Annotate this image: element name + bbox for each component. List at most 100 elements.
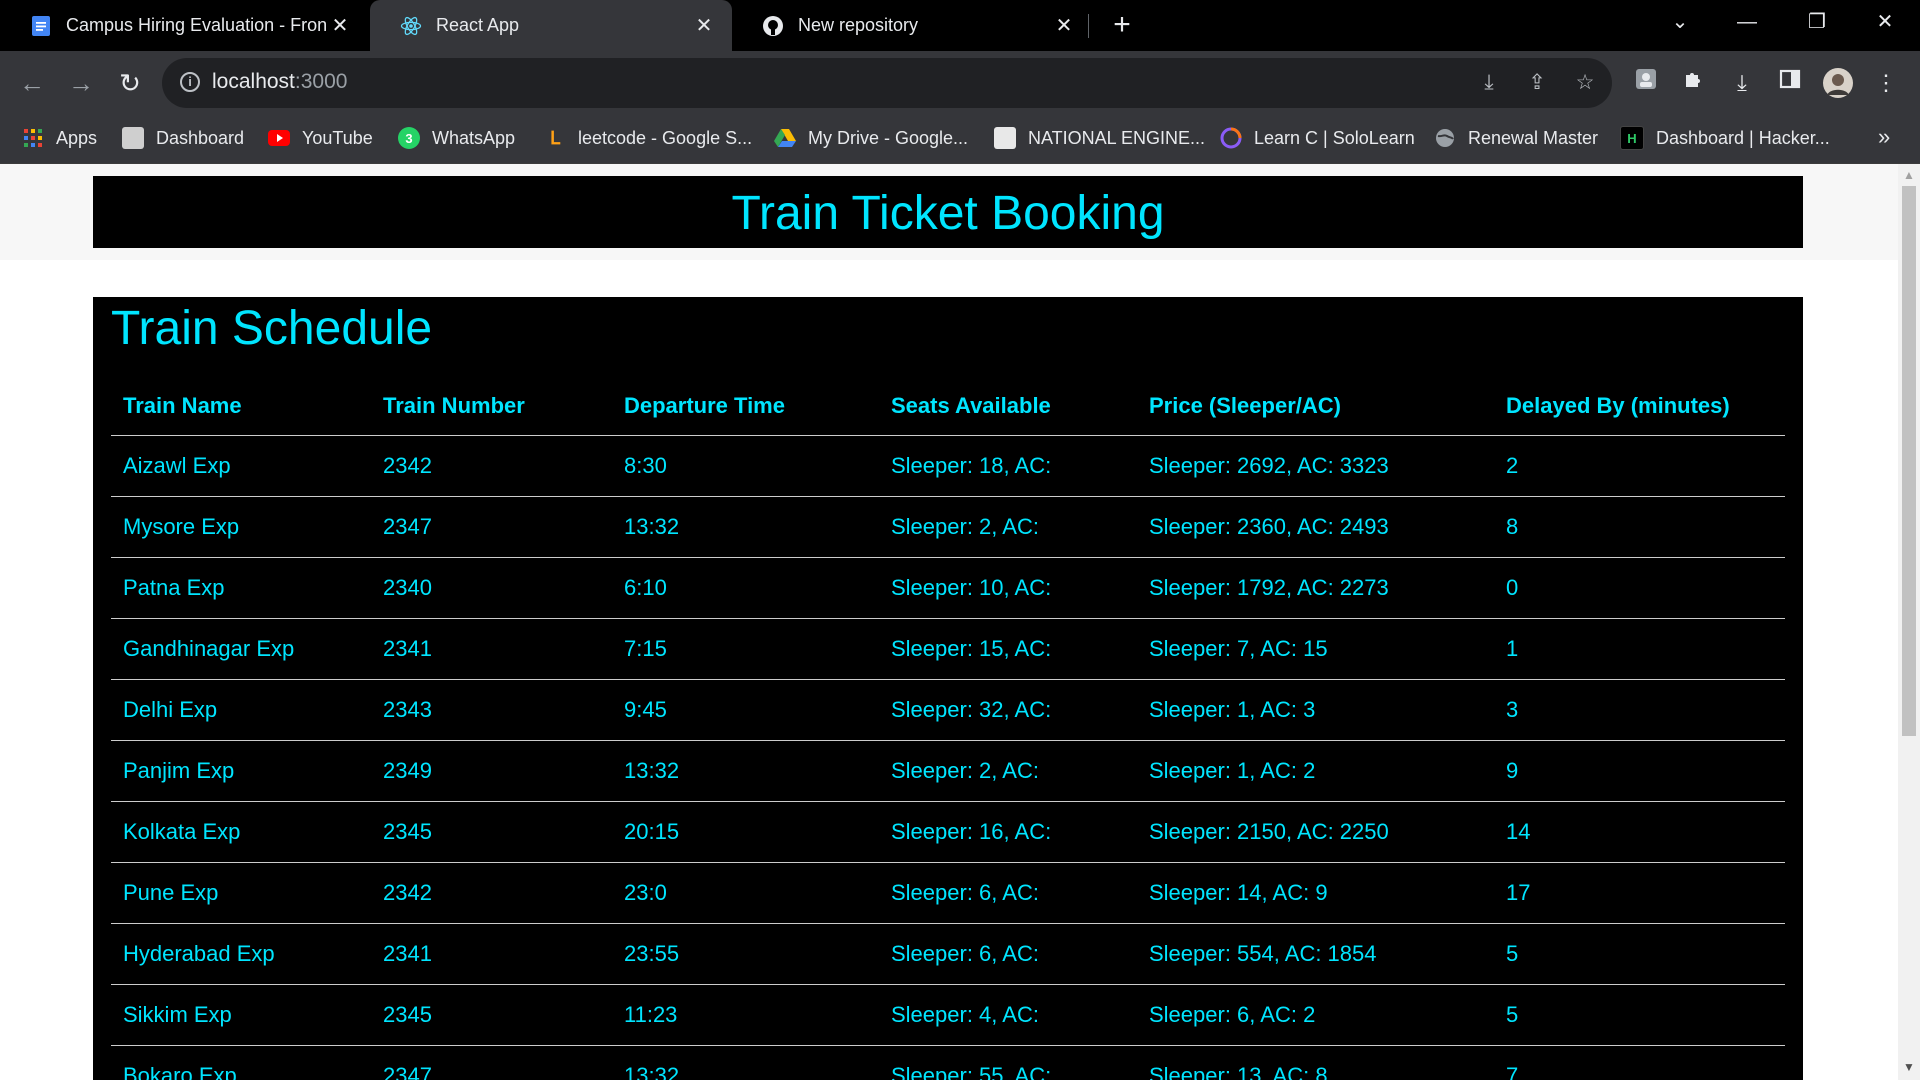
scroll-down-arrow-icon[interactable]: ▼ (1903, 1060, 1915, 1074)
cell-departure-time: 13:32 (612, 740, 879, 802)
close-tab-icon[interactable]: ✕ (1050, 13, 1078, 38)
bookmark-dashboard[interactable]: Dashboard (122, 124, 244, 152)
cell-delayed-by: 17 (1494, 862, 1785, 924)
url-text[interactable]: localhost:3000 (212, 70, 347, 94)
cell-seats-available: Sleeper: 16, AC: (879, 801, 1137, 863)
tab-new-repository[interactable]: New repository ✕ (732, 0, 1092, 51)
cell-price: Sleeper: 2360, AC: 2493 (1137, 496, 1494, 558)
cell-seats-available: Sleeper: 2, AC: (879, 496, 1137, 558)
cell-price: Sleeper: 2150, AC: 2250 (1137, 801, 1494, 863)
table-header-row: Train Name Train Number Departure Time S… (111, 377, 1785, 436)
cell-price: Sleeper: 2692, AC: 3323 (1137, 435, 1494, 497)
bookmark-hackerrank-dashboard[interactable]: H Dashboard | Hacker... (1620, 124, 1830, 152)
page-header: Train Ticket Booking (93, 176, 1803, 248)
cell-train-number: 2345 (371, 801, 612, 863)
extension-avatar-icon[interactable] (1630, 67, 1662, 99)
page-scrollbar[interactable]: ▲ ▼ (1898, 164, 1920, 1080)
cell-delayed-by: 7 (1494, 1045, 1785, 1080)
cell-delayed-by: 14 (1494, 801, 1785, 863)
new-tab-plus-icon[interactable]: + (1108, 8, 1136, 42)
table-row: Hyderabad Exp 2341 23:55 Sleeper: 6, AC: Sle… (111, 923, 1785, 985)
bookmark-sololearn[interactable]: Learn C | SoloLearn (1220, 124, 1415, 152)
cell-train-number: 2347 (371, 1045, 612, 1080)
cell-train-name: Pune Exp (111, 862, 371, 924)
cell-delayed-by: 8 (1494, 496, 1785, 558)
cell-seats-available: Sleeper: 6, AC: (879, 923, 1137, 985)
train-schedule-panel: Train Schedule Train Name Train Number D… (93, 297, 1803, 1080)
cell-train-number: 2349 (371, 740, 612, 802)
google-docs-icon (30, 15, 52, 37)
cell-delayed-by: 5 (1494, 923, 1785, 985)
bookmark-national-engine[interactable]: NATIONAL ENGINE... (994, 124, 1205, 152)
bookmarks-overflow-chevron-icon[interactable]: » (1878, 124, 1890, 150)
table-body: Aizawl Exp 2342 8:30 Sleeper: 18, AC: Sleepe… (111, 435, 1785, 1080)
cell-price: Sleeper: 13, AC: 8 (1137, 1045, 1494, 1080)
tab-campus-hiring[interactable]: Campus Hiring Evaluation - Front ✕ (0, 0, 368, 51)
cell-seats-available: Sleeper: 32, AC: (879, 679, 1137, 741)
install-app-icon[interactable]: ⤓ (1476, 70, 1502, 96)
scrollbar-thumb[interactable] (1902, 186, 1916, 736)
reload-icon[interactable]: ↻ (112, 65, 148, 101)
cell-train-number: 2341 (371, 923, 612, 985)
profile-avatar-icon[interactable] (1822, 67, 1854, 99)
bookmark-star-icon[interactable]: ☆ (1572, 70, 1598, 96)
cell-train-number: 2343 (371, 679, 612, 741)
downloads-icon[interactable]: ⤓ (1726, 67, 1758, 99)
bookmark-label: Dashboard (156, 127, 245, 148)
table-row: Delhi Exp 2343 9:45 Sleeper: 32, AC: Sleeper… (111, 679, 1785, 741)
forward-arrow-icon[interactable]: → (63, 65, 99, 101)
cell-train-name: Delhi Exp (111, 679, 371, 741)
cell-delayed-by: 1 (1494, 618, 1785, 680)
cell-train-name: Kolkata Exp (111, 801, 371, 863)
back-arrow-icon[interactable]: ← (14, 65, 50, 101)
bookmark-label: Dashboard | Hacker... (1656, 127, 1830, 148)
address-bar[interactable]: i localhost:3000 ⤓ ⇪ ☆ (162, 58, 1612, 108)
restore-icon[interactable]: ❐ (1782, 0, 1852, 44)
bookmark-renewal-master[interactable]: Renewal Master (1434, 124, 1598, 152)
apps-grid-icon (22, 127, 44, 149)
extensions-puzzle-icon[interactable] (1678, 67, 1710, 99)
bookmark-leetcode[interactable]: ᒪ leetcode - Google S... (544, 124, 752, 152)
cell-delayed-by: 0 (1494, 557, 1785, 619)
train-schedule-table: Train Name Train Number Departure Time S… (111, 377, 1785, 1080)
bookmark-apps[interactable]: Apps (22, 124, 97, 152)
youtube-icon (268, 127, 290, 149)
site-info-icon[interactable]: i (180, 72, 200, 92)
close-tab-icon[interactable]: ✕ (690, 13, 718, 38)
cell-seats-available: Sleeper: 18, AC: (879, 435, 1137, 497)
hackerrank-icon: H (1620, 126, 1644, 150)
bookmark-youtube[interactable]: YouTube (268, 124, 373, 152)
bookmark-whatsapp[interactable]: 3 WhatsApp (398, 124, 515, 152)
table-row: Patna Exp 2340 6:10 Sleeper: 10, AC: Sleeper… (111, 557, 1785, 619)
table-row: Bokaro Exp 2347 13:32 Sleeper: 55, AC: Sleep… (111, 1045, 1785, 1080)
tab-search-chevron-icon[interactable]: ⌄ (1645, 0, 1715, 44)
side-panel-icon[interactable] (1774, 67, 1806, 99)
cell-seats-available: Sleeper: 6, AC: (879, 862, 1137, 924)
cell-price: Sleeper: 554, AC: 1854 (1137, 923, 1494, 985)
column-header-train-number: Train Number (371, 377, 612, 436)
column-header-price: Price (Sleeper/AC) (1137, 377, 1494, 436)
table-row: Pune Exp 2342 23:0 Sleeper: 6, AC: Sleeper: … (111, 862, 1785, 924)
cell-train-name: Bokaro Exp (111, 1045, 371, 1080)
bookmark-label: My Drive - Google... (808, 127, 969, 148)
cell-train-name: Panjim Exp (111, 740, 371, 802)
cell-train-number: 2347 (371, 496, 612, 558)
globe-icon (1434, 127, 1456, 149)
cell-price: Sleeper: 6, AC: 2 (1137, 984, 1494, 1046)
tab-bar: Campus Hiring Evaluation - Front ✕ React… (0, 0, 1920, 51)
tab-react-app[interactable]: React App ✕ (370, 0, 732, 51)
tab-title: New repository (798, 15, 919, 35)
bookmarks-bar: Apps Dashboard YouTube 3 WhatsApp ᒪ leet… (0, 114, 1920, 164)
cell-train-number: 2342 (371, 435, 612, 497)
bookmark-my-drive[interactable]: My Drive - Google... (774, 124, 968, 152)
college-icon (994, 127, 1016, 149)
close-window-icon[interactable]: ✕ (1850, 0, 1920, 44)
close-tab-icon[interactable]: ✕ (326, 13, 354, 38)
cell-train-number: 2340 (371, 557, 612, 619)
cell-delayed-by: 5 (1494, 984, 1785, 1046)
scroll-up-arrow-icon[interactable]: ▲ (1903, 168, 1915, 182)
chrome-menu-kebab-icon[interactable]: ⋮ (1870, 67, 1902, 99)
minimize-icon[interactable]: — (1712, 0, 1782, 44)
share-icon[interactable]: ⇪ (1524, 70, 1550, 96)
cell-departure-time: 8:30 (612, 435, 879, 497)
